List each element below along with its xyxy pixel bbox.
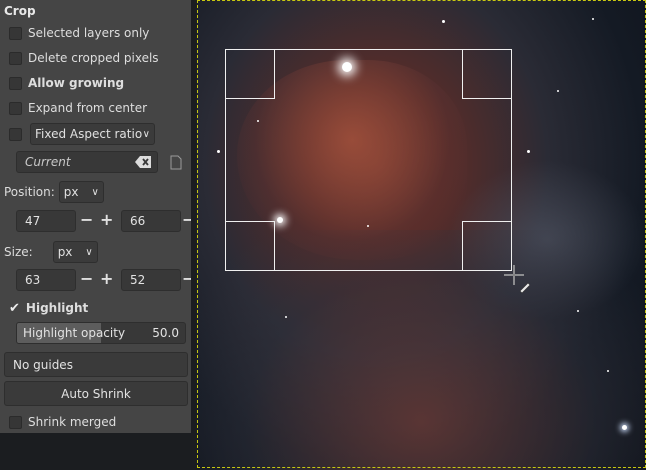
decrement-icon[interactable]: − (80, 270, 93, 288)
size-unit-dropdown[interactable]: px ∨ (52, 241, 98, 263)
size-height-input[interactable]: 52 (121, 269, 181, 291)
position-y-input[interactable]: 66 (121, 210, 181, 232)
fixed-aspect-option: Fixed Aspect ratio ∨ (0, 123, 155, 145)
auto-shrink-label: Auto Shrink (61, 386, 131, 401)
size-row: Size: px ∨ (0, 241, 98, 263)
chevron-down-icon: ∨ (91, 186, 99, 198)
fixed-aspect-checkbox[interactable] (9, 127, 22, 141)
star (442, 20, 445, 23)
decrement-icon[interactable]: − (182, 270, 191, 288)
expand-from-center-checkbox[interactable] (9, 101, 22, 115)
highlight-opacity-slider[interactable]: Highlight opacity 50.0 (16, 322, 186, 344)
star (607, 370, 609, 372)
increment-icon[interactable]: + (100, 211, 113, 229)
chevron-down-icon: ∨ (142, 128, 150, 140)
shrink-merged-checkbox[interactable] (9, 415, 22, 429)
decrement-icon[interactable]: − (80, 211, 93, 229)
fixed-aspect-dropdown[interactable]: Fixed Aspect ratio ∨ (30, 123, 155, 145)
position-x-value: 47 (25, 214, 41, 228)
panel-title: Crop (4, 4, 36, 18)
position-label: Position: (4, 185, 55, 199)
selected-layers-only-checkbox[interactable] (9, 26, 22, 40)
allow-growing-label: Allow growing (28, 76, 125, 90)
crop-cursor-icon (504, 265, 532, 298)
allow-growing-checkbox[interactable] (9, 76, 22, 90)
current-value-input[interactable]: Current (16, 151, 158, 173)
size-width-value: 63 (25, 273, 41, 287)
document-icon[interactable] (170, 155, 182, 173)
star (592, 18, 594, 20)
shrink-merged-option[interactable]: Shrink merged (0, 411, 116, 433)
selected-layers-only-label: Selected layers only (28, 26, 150, 40)
auto-shrink-button[interactable]: Auto Shrink (4, 381, 188, 406)
tool-options-panel: Crop Selected layers only Delete cropped… (0, 0, 191, 433)
allow-growing-option[interactable]: Allow growing (0, 72, 124, 94)
selected-layers-only-option[interactable]: Selected layers only (0, 22, 149, 44)
decrement-icon[interactable]: − (182, 211, 191, 229)
crop-handle-top-right[interactable] (462, 49, 512, 99)
star (217, 150, 220, 153)
position-unit-value: px (63, 185, 79, 199)
check-icon[interactable]: ✔ (9, 301, 20, 316)
position-unit-dropdown[interactable]: px ∨ (58, 181, 104, 203)
size-height-value: 52 (130, 273, 146, 287)
star (527, 150, 530, 153)
increment-icon[interactable]: + (100, 270, 113, 288)
size-unit-value: px (57, 245, 73, 259)
current-value-text: Current (25, 155, 71, 169)
crop-handle-top-left[interactable] (225, 49, 275, 99)
expand-from-center-option[interactable]: Expand from center (0, 97, 147, 119)
highlight-opacity-value: 50.0 (152, 326, 179, 340)
highlight-option[interactable]: ✔ Highlight (0, 297, 88, 319)
backspace-clear-icon[interactable] (135, 156, 151, 171)
delete-cropped-pixels-option[interactable]: Delete cropped pixels (0, 47, 159, 69)
star (285, 316, 287, 318)
size-label: Size: (4, 245, 33, 259)
size-width-input[interactable]: 63 (16, 269, 76, 291)
fixed-aspect-value: Fixed Aspect ratio (35, 127, 143, 141)
star (557, 90, 559, 92)
chevron-down-icon: ∨ (85, 246, 93, 258)
position-x-input[interactable]: 47 (16, 210, 76, 232)
highlight-opacity-label: Highlight opacity (23, 326, 126, 340)
crop-handle-bottom-left[interactable] (225, 221, 275, 271)
expand-from-center-label: Expand from center (28, 101, 148, 115)
position-y-value: 66 (130, 214, 146, 228)
star (577, 310, 579, 312)
highlight-label: Highlight (25, 301, 89, 315)
delete-cropped-pixels-checkbox[interactable] (9, 51, 22, 65)
position-row: Position: px ∨ (0, 181, 104, 203)
crop-handle-bottom-right[interactable] (462, 221, 512, 271)
guides-dropdown[interactable]: No guides (4, 352, 188, 377)
shrink-merged-label: Shrink merged (28, 415, 117, 429)
guides-value: No guides (13, 357, 73, 372)
delete-cropped-pixels-label: Delete cropped pixels (28, 51, 159, 65)
star (622, 425, 627, 430)
